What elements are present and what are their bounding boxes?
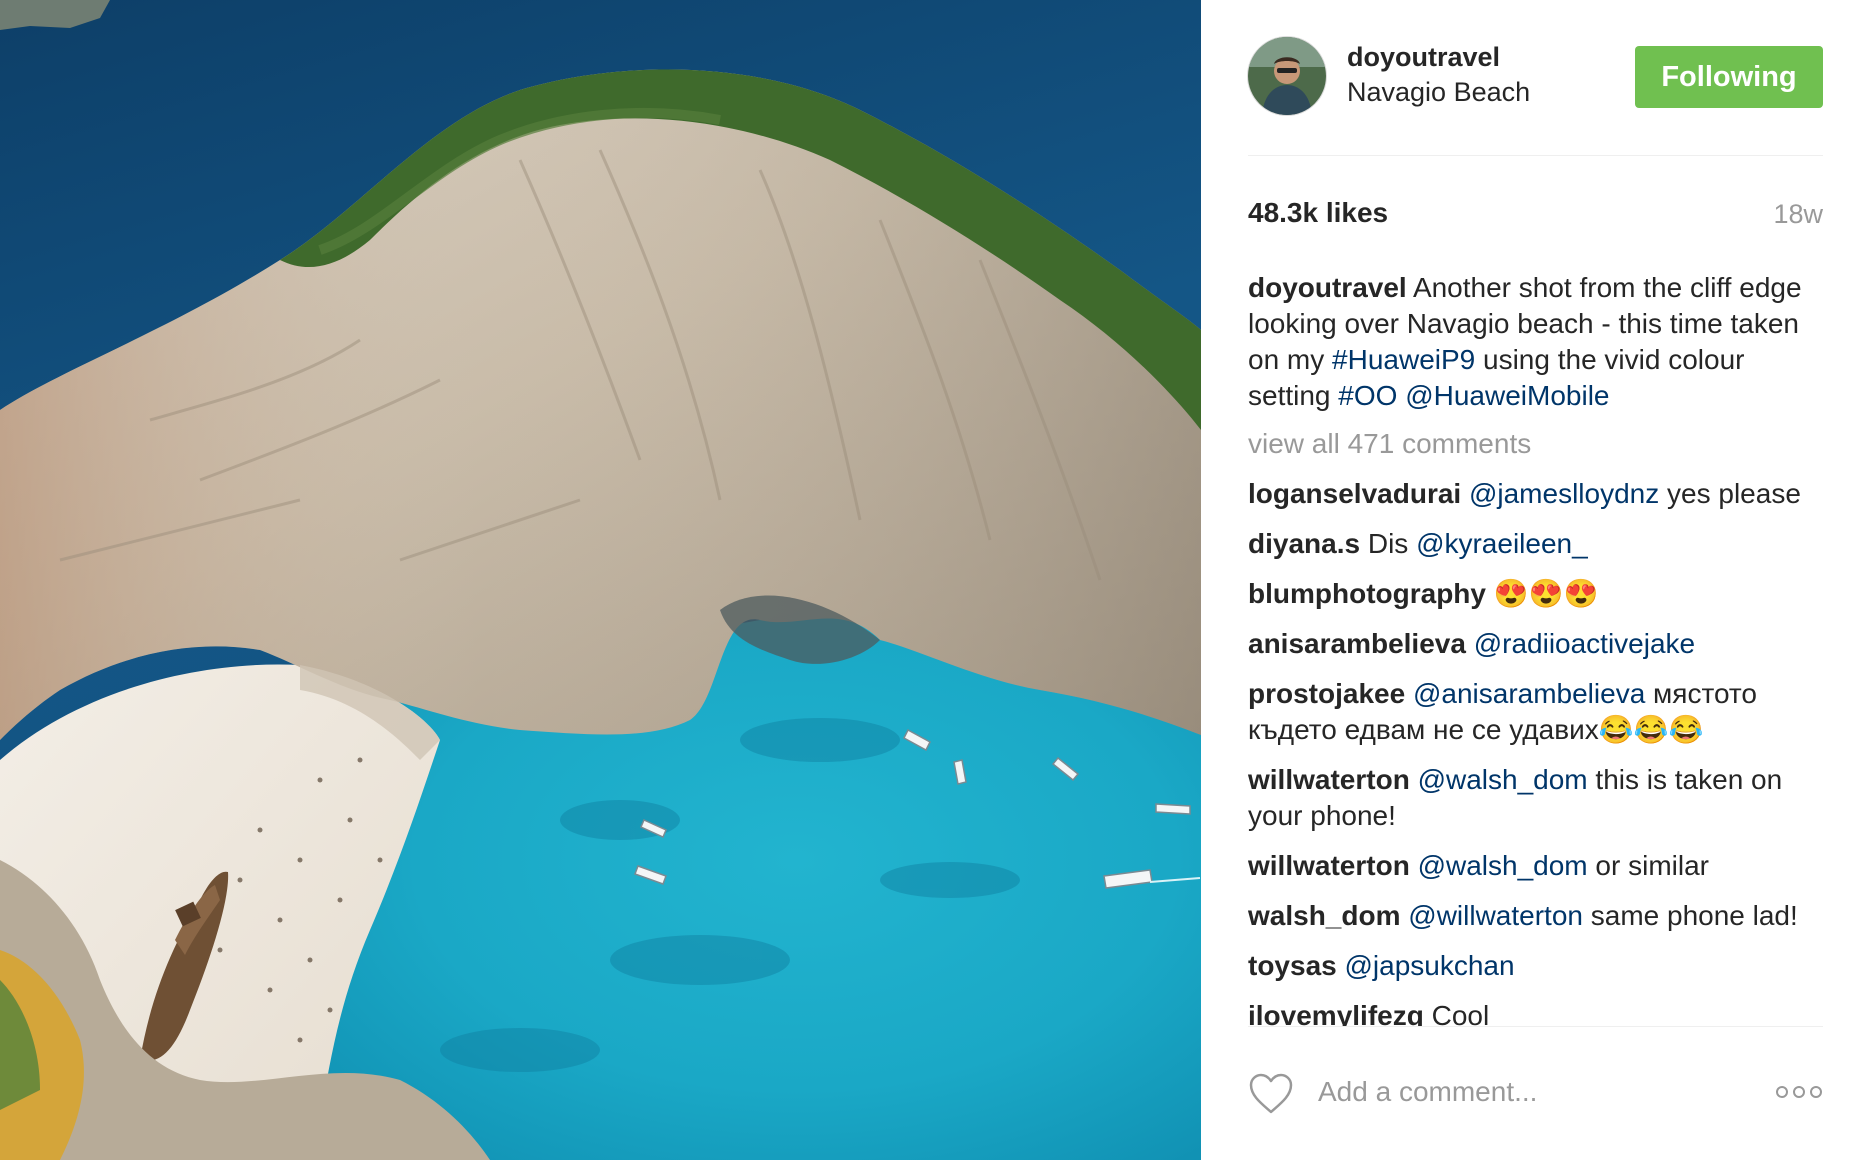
comment-username[interactable]: ilovemylifezq <box>1248 1000 1424 1027</box>
mention-link[interactable]: @kyraeileen_ <box>1416 528 1588 559</box>
comment-item: willwaterton @walsh_dom or similar <box>1248 848 1828 884</box>
comment-text <box>1410 764 1418 795</box>
post-username[interactable]: doyoutravel <box>1347 42 1500 73</box>
comment-item: ilovemylifezq Cool <box>1248 998 1828 1027</box>
comment-username[interactable]: doyoutravel <box>1248 272 1407 303</box>
avatar-image <box>1248 37 1326 115</box>
post-details-panel: doyoutravel Navagio Beach Following 48.3… <box>1201 0 1870 1160</box>
avatar[interactable] <box>1248 37 1326 115</box>
mention-link[interactable]: @anisarambelieva <box>1413 678 1645 709</box>
comment-text <box>1405 678 1413 709</box>
hashtag-link[interactable]: #HuaweiP9 <box>1332 344 1475 375</box>
post-header: doyoutravel Navagio Beach Following <box>1248 37 1823 156</box>
comment-text <box>1466 628 1474 659</box>
comment-item: toysas @japsukchan <box>1248 948 1828 984</box>
navagio-beach-image <box>0 0 1201 1160</box>
comment-item: prostojakee @anisarambelieva мястото къд… <box>1248 676 1828 748</box>
comment-username[interactable]: diyana.s <box>1248 528 1360 559</box>
more-options-icon[interactable] <box>1775 1083 1823 1101</box>
comment-text <box>1461 478 1469 509</box>
likes-count[interactable]: 48.3k likes <box>1248 197 1388 229</box>
post-photo[interactable] <box>0 0 1201 1160</box>
hashtag-link[interactable]: #OO <box>1338 380 1397 411</box>
comment-text: yes please <box>1659 478 1801 509</box>
post-timestamp[interactable]: 18w <box>1773 199 1823 230</box>
comments-list[interactable]: doyoutravel Another shot from the cliff … <box>1248 270 1828 1027</box>
comment-username[interactable]: toysas <box>1248 950 1337 981</box>
heart-outline-icon[interactable] <box>1248 1072 1294 1114</box>
post-location[interactable]: Navagio Beach <box>1347 77 1530 108</box>
comment-text <box>1410 850 1418 881</box>
comment-item: loganselvadurai @jameslloydnz yes please <box>1248 476 1828 512</box>
comment-username[interactable]: loganselvadurai <box>1248 478 1461 509</box>
comment-item: diyana.s Dis @kyraeileen_ <box>1248 526 1828 562</box>
comment-username[interactable]: willwaterton <box>1248 764 1410 795</box>
comment-item: willwaterton @walsh_dom this is taken on… <box>1248 762 1828 834</box>
comment-text: same phone lad! <box>1582 900 1798 931</box>
add-comment-input[interactable] <box>1318 1070 1718 1114</box>
comment-item: anisarambelieva @radiioactivejake <box>1248 626 1828 662</box>
mention-link[interactable]: @japsukchan <box>1345 950 1515 981</box>
comment-username[interactable]: willwaterton <box>1248 850 1410 881</box>
post-caption: doyoutravel Another shot from the cliff … <box>1248 270 1828 414</box>
comment-item: walsh_dom @willwaterton same phone lad! <box>1248 898 1828 934</box>
view-all-comments-link[interactable]: view all 471 comments <box>1248 426 1828 462</box>
comment-username[interactable]: prostojakee <box>1248 678 1405 709</box>
comment-text <box>1337 950 1345 981</box>
following-button[interactable]: Following <box>1635 46 1823 108</box>
mention-link[interactable]: @willwaterton <box>1408 900 1583 931</box>
mention-link[interactable]: @walsh_dom <box>1418 764 1588 795</box>
mention-link[interactable]: @walsh_dom <box>1418 850 1588 881</box>
mention-link[interactable]: @radiioactivejake <box>1474 628 1695 659</box>
comment-text: or similar <box>1587 850 1709 881</box>
comment-text: Cool <box>1423 1000 1490 1027</box>
mention-link[interactable]: @jameslloydnz <box>1469 478 1659 509</box>
comment-footer <box>1248 1026 1823 1161</box>
comment-text: Dis <box>1360 528 1417 559</box>
comment-username[interactable]: anisarambelieva <box>1248 628 1466 659</box>
comment-items: loganselvadurai @jameslloydnz yes please… <box>1248 476 1828 1027</box>
comment-text: 😍😍😍 <box>1485 578 1599 609</box>
comment-item: blumphotography 😍😍😍 <box>1248 576 1828 612</box>
comment-username[interactable]: blumphotography <box>1248 578 1486 609</box>
comment-username[interactable]: walsh_dom <box>1248 900 1400 931</box>
mention-link[interactable]: @HuaweiMobile <box>1405 380 1609 411</box>
